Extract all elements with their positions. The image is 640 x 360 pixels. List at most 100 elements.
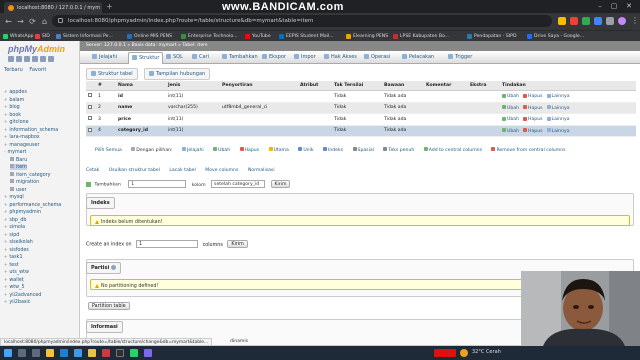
home-icon[interactable]: ⌂ bbox=[39, 16, 50, 27]
table-item[interactable]: user bbox=[10, 187, 26, 193]
bookmark-lpse[interactable]: LPSE Kabupaten Bo... bbox=[392, 32, 449, 41]
database-item[interactable]: simola bbox=[4, 224, 25, 230]
table-item[interactable]: migration bbox=[10, 179, 39, 185]
remove-central-columns-button[interactable]: Remove from central columns bbox=[491, 148, 565, 153]
minimize-icon[interactable]: – bbox=[595, 2, 605, 11]
database-item[interactable]: sisfodes bbox=[4, 247, 28, 253]
col-header[interactable]: Jenis bbox=[166, 81, 220, 91]
more-actions-button[interactable]: Lainnya bbox=[547, 94, 570, 99]
col-header[interactable]: Atribut bbox=[298, 81, 332, 91]
col-header[interactable]: Ekstra bbox=[468, 81, 500, 91]
track-table-link[interactable]: Lacak tabel bbox=[169, 168, 195, 173]
bulk-drop-button[interactable]: Hapus bbox=[240, 148, 260, 153]
bookmark-enterprise[interactable]: Enterprise Technolo... bbox=[180, 32, 238, 41]
bulk-index-button[interactable]: Indeks bbox=[323, 148, 343, 153]
col-header[interactable]: Komentar bbox=[424, 81, 468, 91]
bulk-edit-button[interactable]: Ubah bbox=[213, 148, 230, 153]
edit-column-button[interactable]: Ubah bbox=[502, 129, 519, 134]
terminal-icon[interactable] bbox=[116, 349, 124, 357]
home-icon[interactable] bbox=[8, 56, 14, 62]
database-item[interactable]: yii2basic bbox=[4, 299, 30, 305]
subtab-table-structure[interactable]: Struktur tabel bbox=[86, 68, 138, 80]
database-item[interactable]: manageuser bbox=[4, 142, 39, 148]
tab-favorite[interactable]: Favorit bbox=[29, 67, 46, 73]
profile-avatar[interactable] bbox=[618, 17, 626, 25]
col-header[interactable]: Bawaan bbox=[382, 81, 424, 91]
propose-structure-link[interactable]: Usulkan struktur tabel bbox=[109, 168, 160, 173]
forward-icon[interactable]: → bbox=[15, 16, 26, 27]
bookmark-elearning[interactable]: Elearning PENS bbox=[345, 32, 388, 41]
phpmyadmin-logo[interactable]: phpMyAdmin bbox=[8, 44, 65, 54]
database-item[interactable]: wallet bbox=[4, 277, 23, 283]
menu-tab[interactable]: Jelajahi bbox=[92, 54, 117, 60]
menu-tab[interactable]: Impor bbox=[294, 54, 316, 60]
database-item[interactable]: book bbox=[4, 112, 21, 118]
menu-tab[interactable]: Hak Akses bbox=[324, 54, 357, 60]
database-item[interactable]: information_schema bbox=[4, 127, 58, 133]
drop-column-button[interactable]: Hapus bbox=[523, 94, 543, 99]
extensions-puzzle-icon[interactable] bbox=[606, 17, 614, 25]
create-index-count-input[interactable]: 1 bbox=[136, 240, 199, 248]
drop-column-button[interactable]: Hapus bbox=[523, 129, 543, 134]
menu-tab[interactable]: Tambahkan bbox=[222, 54, 258, 60]
bulk-unique-button[interactable]: Unik bbox=[298, 148, 313, 153]
col-header[interactable]: Tak Ternilai bbox=[332, 81, 382, 91]
drop-column-button[interactable]: Hapus bbox=[523, 106, 543, 111]
database-item[interactable]: yii2advanced bbox=[4, 292, 41, 298]
add-column-position-select[interactable]: setelah category_id bbox=[211, 180, 266, 188]
database-item[interactable]: balam bbox=[4, 97, 24, 103]
add-central-columns-button[interactable]: Add to central columns bbox=[424, 148, 482, 153]
new-tab-icon[interactable]: + bbox=[106, 2, 113, 11]
table-item[interactable]: Baru bbox=[10, 157, 27, 163]
database-item[interactable]: performance_schema bbox=[4, 202, 61, 208]
browser-menu-icon[interactable]: ⋮ bbox=[631, 16, 639, 25]
extension-icon[interactable] bbox=[582, 17, 590, 25]
bulk-browse-button[interactable]: Jelajahi bbox=[182, 148, 204, 153]
bulk-primary-button[interactable]: Utama bbox=[269, 148, 289, 153]
menu-tab[interactable]: Cari bbox=[192, 54, 209, 60]
check-all-link[interactable]: Pilih Semua bbox=[90, 148, 122, 153]
database-item[interactable]: blog bbox=[4, 104, 19, 110]
edge-icon[interactable] bbox=[60, 349, 68, 357]
subtab-relation-view[interactable]: Tampilan hubungan bbox=[144, 68, 211, 80]
recording-indicator-icon[interactable] bbox=[434, 349, 456, 357]
row-checkbox[interactable] bbox=[88, 116, 92, 121]
bulk-fulltext-button[interactable]: Teks penuh bbox=[383, 148, 414, 153]
extension-icon[interactable] bbox=[570, 17, 578, 25]
row-checkbox[interactable] bbox=[88, 104, 92, 109]
create-index-go-button[interactable]: Kirim bbox=[227, 240, 248, 248]
bookmark-student-mail[interactable]: EEPIS Student Mail... bbox=[278, 32, 334, 41]
close-window-icon[interactable]: ✕ bbox=[624, 2, 634, 11]
file-explorer-icon[interactable] bbox=[46, 349, 54, 357]
search-icon[interactable] bbox=[18, 349, 26, 357]
edit-column-button[interactable]: Ubah bbox=[502, 117, 519, 122]
edit-column-button[interactable]: Ubah bbox=[502, 106, 519, 111]
bookmark-sistem-informasi[interactable]: Sistem Informasi Pe... bbox=[55, 32, 113, 41]
back-icon[interactable]: ← bbox=[3, 16, 14, 27]
whatsapp-icon[interactable] bbox=[130, 349, 138, 357]
settings-icon[interactable] bbox=[40, 56, 46, 62]
breadcrumb[interactable]: Server: 127.0.0.1 » Basis data: mymart »… bbox=[80, 41, 640, 51]
task-view-icon[interactable] bbox=[32, 349, 40, 357]
table-item[interactable]: item_category bbox=[10, 172, 50, 178]
url-input[interactable]: localhost:8080/phpmyadmin/index.php?rout… bbox=[52, 15, 552, 27]
more-actions-button[interactable]: Lainnya bbox=[547, 106, 570, 111]
extension-icon[interactable] bbox=[558, 17, 566, 25]
reload-icon[interactable] bbox=[48, 56, 54, 62]
add-column-count-input[interactable]: 1 bbox=[128, 180, 187, 188]
tab-recent[interactable]: Terbaru bbox=[4, 67, 23, 73]
database-item[interactable]: wtw_5 bbox=[4, 284, 24, 290]
partition-table-button[interactable]: Partition table bbox=[88, 302, 130, 310]
database-item[interactable]: appdes bbox=[4, 89, 27, 95]
col-header[interactable]: Nama bbox=[116, 81, 166, 91]
database-item[interactable]: test bbox=[4, 262, 18, 268]
col-header[interactable]: Penyortiran bbox=[220, 81, 298, 91]
database-item[interactable]: mymart bbox=[4, 149, 26, 155]
weather-text[interactable]: 32°C Cerah bbox=[472, 349, 501, 355]
row-checkbox[interactable] bbox=[88, 93, 92, 98]
logout-icon[interactable] bbox=[16, 56, 22, 62]
bookmark-youtube[interactable]: YouTube bbox=[244, 32, 271, 41]
bookmark-online-mis[interactable]: Online MIS PENS bbox=[126, 32, 172, 41]
start-icon[interactable] bbox=[4, 349, 12, 357]
bookmark-drive[interactable]: Drive Saya - Google... bbox=[526, 32, 584, 41]
